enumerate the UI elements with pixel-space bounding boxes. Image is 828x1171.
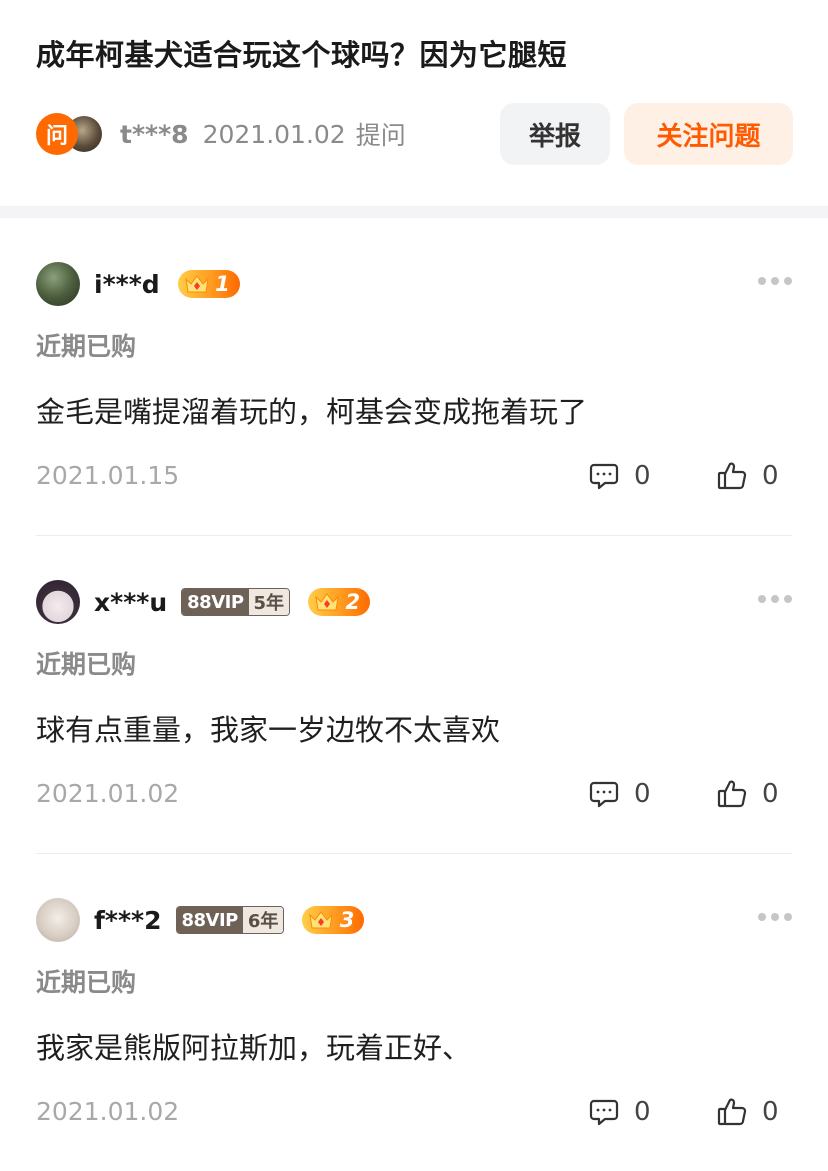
- ask-label: 提问: [355, 121, 406, 150]
- like-count: 0: [762, 1097, 779, 1127]
- level-badge: 3: [302, 906, 365, 934]
- comment-count: 0: [634, 779, 651, 809]
- answer-header: f***2 88VIP 6年 3: [36, 898, 365, 942]
- comment-count: 0: [634, 461, 651, 491]
- like-count: 0: [762, 461, 779, 491]
- follow-question-button[interactable]: 关注问题: [624, 103, 793, 165]
- answer-text: 球有点重量，我家一岁边牧不太喜欢: [36, 713, 501, 747]
- like-button[interactable]: 0: [716, 1094, 779, 1130]
- vip-years: 6年: [242, 907, 284, 933]
- report-button[interactable]: 举报: [500, 103, 610, 165]
- answer-item: i***d 1 近期已购 金毛是嘴提溜着玩的，柯基会变成拖着玩了 2021.01…: [0, 218, 828, 536]
- answer-text: 金毛是嘴提溜着玩的，柯基会变成拖着玩了: [36, 395, 588, 429]
- more-icon[interactable]: [758, 276, 792, 286]
- section-separator: [0, 206, 828, 218]
- question-header: 成年柯基犬适合玩这个球吗？因为它腿短 问 t***8 2021.01.02 提问…: [0, 0, 828, 206]
- answer-username: f***2: [94, 905, 162, 935]
- question-title: 成年柯基犬适合玩这个球吗？因为它腿短: [36, 38, 568, 72]
- avatar[interactable]: [36, 580, 80, 624]
- avatar[interactable]: [36, 898, 80, 942]
- like-button[interactable]: 0: [716, 776, 779, 812]
- vip-label: 88VIP: [176, 907, 243, 933]
- crown-icon: [309, 911, 334, 929]
- answer-username: i***d: [94, 269, 160, 299]
- recent-purchase-tag: 近期已购: [36, 650, 137, 679]
- question-meta: 问 t***8 2021.01.02 提问: [36, 110, 406, 158]
- thumbs-up-icon: [717, 462, 747, 490]
- comment-button[interactable]: 0: [588, 1094, 651, 1130]
- avatar[interactable]: [36, 262, 80, 306]
- vip-years: 5年: [248, 589, 290, 615]
- answer-item: x***u 88VIP 5年 2 近期已购 球有点重量，我家一岁边牧不太喜欢 2…: [0, 536, 828, 854]
- more-icon[interactable]: [758, 594, 792, 604]
- level-number: 1: [215, 272, 230, 296]
- answer-text: 我家是熊版阿拉斯加，玩着正好、: [36, 1031, 472, 1065]
- level-badge: 1: [177, 270, 240, 298]
- vip-badge: 88VIP 5年: [181, 588, 291, 616]
- answer-date: 2021.01.02: [36, 1097, 180, 1126]
- level-number: 3: [339, 908, 355, 932]
- answer-username: x***u: [94, 587, 168, 617]
- crown-icon: [184, 275, 209, 293]
- asker-username: t***8: [120, 119, 189, 149]
- like-count: 0: [762, 779, 779, 809]
- vip-badge: 88VIP 6年: [175, 906, 285, 934]
- level-badge: 2: [308, 588, 371, 616]
- answer-date: 2021.01.02: [36, 779, 180, 808]
- comment-count: 0: [634, 1097, 651, 1127]
- comment-icon: [589, 781, 619, 808]
- comment-icon: [589, 463, 619, 490]
- recent-purchase-tag: 近期已购: [36, 332, 137, 361]
- thumbs-up-icon: [717, 780, 747, 808]
- vip-label: 88VIP: [182, 589, 249, 615]
- more-icon[interactable]: [758, 912, 792, 922]
- ask-icon: 问: [36, 113, 78, 155]
- thumbs-up-icon: [717, 1098, 747, 1126]
- answer-header: x***u 88VIP 5年 2: [36, 580, 371, 624]
- answer-header: i***d 1: [36, 262, 240, 306]
- comment-button[interactable]: 0: [588, 458, 651, 494]
- like-button[interactable]: 0: [716, 458, 779, 494]
- comment-button[interactable]: 0: [588, 776, 651, 812]
- level-number: 2: [345, 590, 361, 614]
- answer-date: 2021.01.15: [36, 461, 180, 490]
- recent-purchase-tag: 近期已购: [36, 968, 137, 997]
- crown-icon: [315, 593, 339, 611]
- comment-icon: [589, 1099, 619, 1126]
- answer-item: f***2 88VIP 6年 3 近期已购 我家是熊版阿拉斯加，玩着正好、 20…: [0, 854, 828, 1171]
- question-date: 2021.01.02: [202, 119, 346, 149]
